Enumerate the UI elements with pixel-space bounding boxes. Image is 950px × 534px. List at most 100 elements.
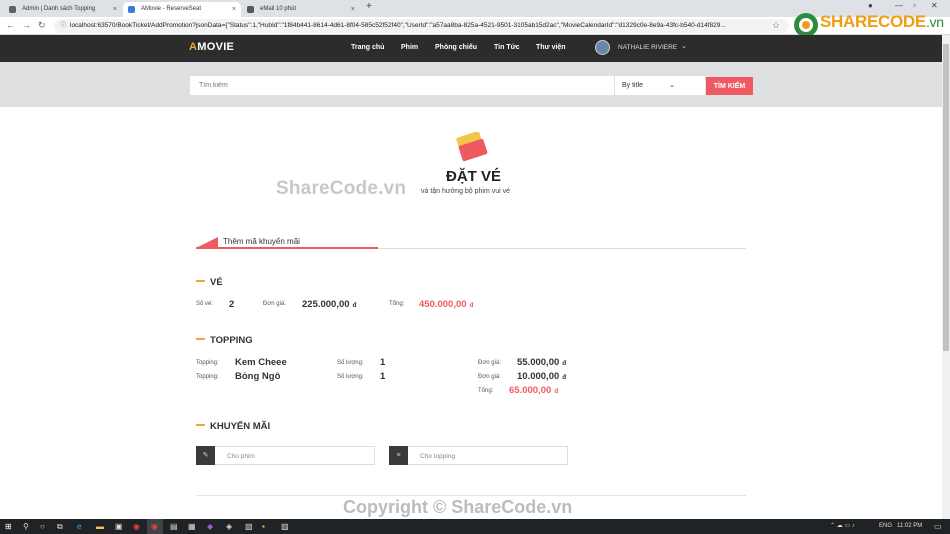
app-icon[interactable]: ▨ [281, 522, 289, 531]
tab-active-underline [196, 247, 378, 249]
chevron-down-icon[interactable]: ⌄ [681, 42, 687, 50]
start-icon[interactable]: ⊞ [5, 522, 12, 531]
user-name[interactable]: NATHALIE RIVIERE [618, 44, 677, 51]
app-icon[interactable]: ▧ [245, 522, 253, 531]
tab-favicon-icon [247, 6, 254, 13]
clock[interactable]: 11:02 PM [897, 523, 922, 529]
notification-icon[interactable]: ▭ [934, 522, 942, 531]
url-text: localhost:63570/BookTicket/AddPromotion?… [70, 22, 726, 29]
task-view-icon[interactable]: ⧉ [57, 522, 63, 532]
promo-movie-field[interactable]: ✎ Cho phim [196, 446, 375, 465]
ticket-qty-value: 2 [229, 299, 235, 310]
list-icon: ≡ [389, 446, 408, 465]
nav-library[interactable]: Thư viện [536, 44, 566, 51]
topping-item-label: Topping: [196, 360, 219, 366]
copyright-watermark: Copyright © ShareCode.vn [343, 497, 573, 517]
chrome-icon[interactable]: ◉ [133, 522, 140, 531]
cortana-icon[interactable]: ○ [40, 522, 45, 531]
dash-icon [196, 424, 205, 427]
topping-price-label: Đơn giá: [478, 360, 501, 366]
avatar[interactable] [595, 40, 610, 55]
ticket-tag-icon: ✎ [196, 446, 215, 465]
ticket-price-label: Đơn giá: [263, 301, 286, 307]
topping-price-value: 10.000,00 đ [517, 371, 567, 382]
ticket-total-label: Tổng: [389, 301, 405, 307]
tab-favicon-icon [9, 6, 16, 13]
content-divider [196, 495, 746, 496]
bookmark-star-icon[interactable]: ☆ [772, 20, 780, 31]
topping-item-name: Bỏng Ngô [235, 371, 281, 382]
nav-movies[interactable]: Phim [401, 44, 418, 51]
system-tray-icons[interactable]: ⌃ ☁ ▭ ♪ [830, 522, 855, 529]
maximize-icon[interactable]: ▫ [913, 1, 916, 10]
topping-price-value: 55.000,00 đ [517, 357, 567, 368]
site-logo[interactable]: AMOVIE [189, 41, 234, 53]
minimize-icon[interactable]: — [895, 1, 903, 10]
watermark-text: ShareCode.vn [276, 178, 407, 199]
ticket-qty-label: Số vé: [196, 301, 214, 307]
tab-title: eMail 10 phút [260, 6, 297, 12]
chevron-down-icon: ⌄ [669, 82, 675, 89]
scrollbar-thumb[interactable] [943, 44, 949, 351]
topping-item-label: Topping: [196, 374, 219, 380]
terminal-icon[interactable]: ▤ [170, 522, 178, 531]
reload-icon[interactable]: ↻ [38, 20, 46, 31]
profile-icon[interactable]: ● [868, 1, 873, 10]
tab-title: AMovie - ReserveSeat [141, 6, 202, 12]
search-type-select[interactable]: By title ⌄ [615, 76, 705, 95]
nav-rooms[interactable]: Phòng chiếu [435, 44, 477, 51]
tab-close-icon[interactable]: × [351, 2, 355, 17]
info-icon[interactable]: ⓘ [60, 19, 66, 33]
topping-qty-label: Số lượng: [337, 374, 364, 380]
edge-icon[interactable]: e [77, 522, 81, 531]
dash-icon [196, 280, 205, 283]
page-title: ĐẶT VÉ [446, 168, 502, 185]
browser-tab-admin[interactable]: Admin | Danh sách Topping × [4, 2, 122, 17]
tab-close-icon[interactable]: × [232, 2, 236, 17]
topping-price-label: Đơn giá: [478, 374, 501, 380]
sticky-notes-icon[interactable]: ▪ [262, 522, 265, 531]
windows-taskbar: ⊞ ⚲ ○ ⧉ e ▬ ▣ ◉ ▤ ▦ ◆ ◈ ▧ ▪ ▨ ⌃ ☁ ▭ ♪ EN… [0, 519, 950, 534]
ticket-section-heading: VÉ [196, 277, 223, 288]
site-header: AMOVIE Trang chủ Phim Phòng chiếu Tin Tứ… [0, 35, 942, 62]
close-window-icon[interactable]: ✕ [931, 1, 938, 10]
url-field[interactable]: ⓘ localhost:63570/BookTicket/AddPromotio… [54, 19, 789, 33]
store-icon[interactable]: ▣ [115, 522, 123, 531]
topping-qty-label: Số lượng: [337, 360, 364, 366]
browser-tab-amovie[interactable]: AMovie - ReserveSeat × [123, 2, 241, 17]
promo-topping-field[interactable]: ≡ Cho topping [389, 446, 568, 465]
topping-section-heading: TOPPING [196, 335, 253, 346]
tab-favicon-icon [128, 6, 135, 13]
topping-total-label: Tổng: [478, 388, 494, 394]
promotion-section-heading: KHUYẾN MÃI [196, 421, 270, 432]
new-tab-button[interactable]: + [366, 1, 372, 12]
topping-qty-value: 1 [380, 357, 386, 368]
visual-studio-icon[interactable]: ◆ [207, 522, 213, 531]
tab-title: Admin | Danh sách Topping [22, 6, 96, 12]
search-icon[interactable]: ⚲ [23, 522, 29, 531]
sharecode-brand: SHARECODE.vn [820, 12, 944, 31]
language-indicator[interactable]: ENG [879, 523, 892, 529]
app-icon[interactable]: ▦ [188, 522, 196, 531]
ticket-total-value: 450.000,00 đ [419, 299, 474, 310]
nav-news[interactable]: Tin Tức [494, 44, 520, 51]
forward-icon[interactable]: → [22, 20, 31, 30]
back-icon[interactable]: ← [6, 20, 15, 30]
page-subtitle: và tận hưởng bộ phim vui vẻ [421, 188, 511, 195]
topping-qty-value: 1 [380, 371, 386, 382]
tab-add-promotion[interactable]: Thêm mã khuyến mãi [223, 237, 300, 246]
file-explorer-icon[interactable]: ▬ [96, 522, 104, 531]
tab-corner-decoration [198, 237, 218, 247]
topping-total-value: 65.000,00 đ [509, 385, 559, 396]
chrome-active-icon[interactable]: ◉ [151, 522, 158, 531]
nav-home[interactable]: Trang chủ [351, 44, 384, 51]
topping-item-name: Kem Cheee [235, 357, 287, 368]
app-icon[interactable]: ◈ [226, 522, 232, 531]
ticket-price-value: 225.000,00 đ [302, 299, 357, 310]
tab-close-icon[interactable]: × [113, 2, 117, 17]
dash-icon [196, 338, 205, 341]
search-button[interactable]: TÌM KIẾM [706, 77, 753, 95]
ticket-icon [456, 132, 488, 162]
search-input[interactable] [190, 76, 614, 95]
browser-tab-email[interactable]: eMail 10 phút × [242, 2, 360, 17]
